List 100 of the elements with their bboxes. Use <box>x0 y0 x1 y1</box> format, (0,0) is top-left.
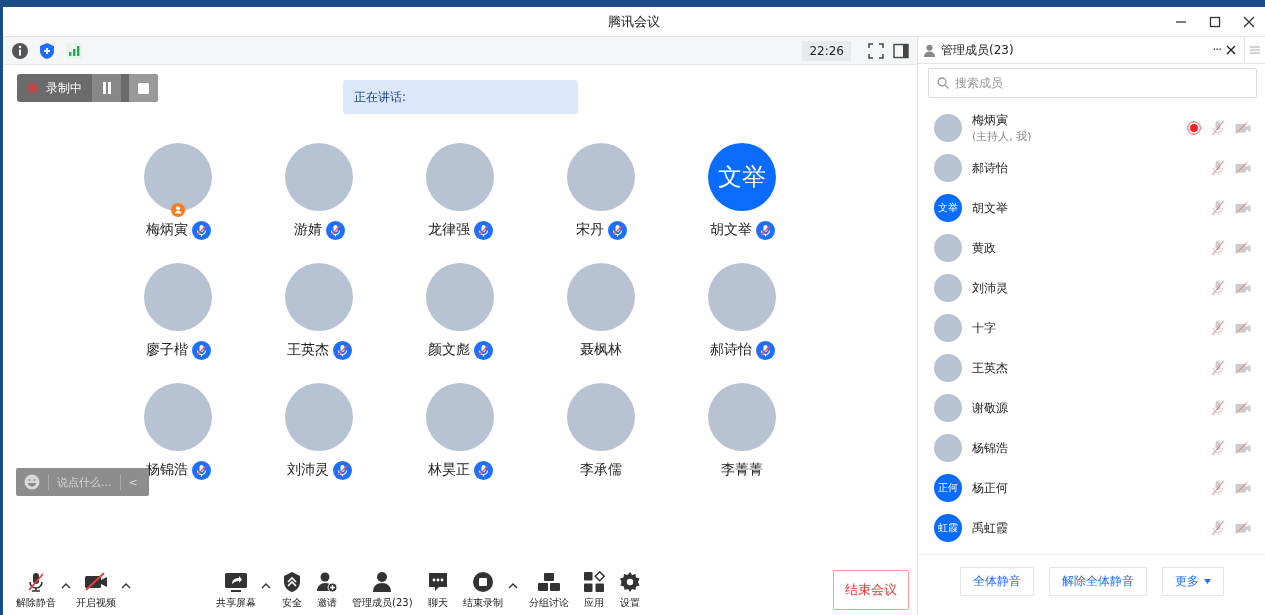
add-person-icon <box>316 570 338 593</box>
camera-off-icon[interactable] <box>1235 202 1251 214</box>
muted-mic-icon[interactable] <box>1211 320 1225 336</box>
muted-mic-icon[interactable] <box>1211 520 1225 536</box>
sidebar-toggle-icon[interactable] <box>893 42 909 59</box>
participant-name: 宋丹 <box>575 221 604 239</box>
camera-off-icon[interactable] <box>1235 442 1251 454</box>
member-name: 禹虹霞 <box>972 519 1008 537</box>
member-name: 王英杰 <box>972 359 1008 377</box>
member-row[interactable]: 王英杰 <box>918 348 1265 388</box>
member-row[interactable]: 郝诗怡 <box>918 148 1265 188</box>
muted-mic-icon[interactable] <box>1211 120 1225 136</box>
screen-share-icon <box>224 570 248 593</box>
stop-button[interactable] <box>129 74 158 102</box>
recording-dot-icon <box>26 82 38 94</box>
muted-mic-icon[interactable] <box>1211 480 1225 496</box>
muted-mic-icon[interactable] <box>1211 400 1225 416</box>
member-row[interactable]: 正何 杨正何 <box>918 468 1265 508</box>
caret-up-icon[interactable] <box>261 581 271 589</box>
muted-mic-icon[interactable] <box>1211 160 1225 176</box>
speaking-banner: 正在讲话: <box>343 80 578 114</box>
member-name: 杨正何 <box>972 479 1008 497</box>
avatar: 虹霞 <box>934 514 962 542</box>
camera-off-icon[interactable] <box>1235 522 1251 534</box>
camera-off-icon[interactable] <box>1235 282 1251 294</box>
person-icon <box>923 43 936 57</box>
member-name: 杨锦浩 <box>972 439 1008 457</box>
search-icon <box>937 77 949 89</box>
muted-mic-icon[interactable] <box>1211 240 1225 256</box>
maximize-icon[interactable] <box>1209 16 1221 28</box>
camera-off-icon[interactable] <box>1235 242 1251 254</box>
member-row[interactable]: 谢敬源 <box>918 388 1265 428</box>
member-name: 十字 <box>972 319 996 337</box>
caret-up-icon[interactable] <box>121 581 131 589</box>
person-icon <box>371 570 394 593</box>
caret-up-icon[interactable] <box>507 581 518 589</box>
pause-button[interactable] <box>92 74 121 102</box>
member-row[interactable]: 十字 <box>918 308 1265 348</box>
member-name: 黄政 <box>972 239 996 257</box>
info-icon[interactable] <box>11 41 29 60</box>
member-row[interactable]: 刘沛灵 <box>918 268 1265 308</box>
member-row[interactable]: 梅炳寅 (主持人, 我) <box>918 108 1265 148</box>
signal-icon[interactable] <box>65 41 83 60</box>
muted-mic-icon[interactable] <box>1211 200 1225 216</box>
menu-icon[interactable] <box>1250 45 1260 55</box>
member-role: (主持人, 我) <box>972 129 1032 144</box>
toolbar-button[interactable]: 共享屏幕 <box>213 570 259 610</box>
window-title: 腾讯会议 <box>608 12 660 31</box>
pause-icon <box>101 82 112 94</box>
participant-name: 王英杰 <box>286 341 329 359</box>
search-field[interactable]: 搜索成员 <box>928 68 1257 98</box>
toolbar-button[interactable]: 应用 <box>579 570 608 610</box>
muted-mic-icon[interactable] <box>1211 440 1225 456</box>
toolbar-button[interactable]: 分组讨论 <box>525 570 572 610</box>
camera-off-icon[interactable] <box>1235 402 1251 414</box>
close-icon[interactable] <box>1243 16 1255 28</box>
member-row[interactable]: 虹霞 禹虹霞 <box>918 508 1265 548</box>
member-name: 刘沛灵 <box>972 279 1008 297</box>
toolbar-button[interactable]: 聊天 <box>423 570 452 610</box>
camera-off-icon[interactable] <box>1235 322 1251 334</box>
shield-icon[interactable] <box>38 41 56 60</box>
avatar-photo-placeholder <box>934 274 962 302</box>
emoji-icon[interactable] <box>24 474 40 490</box>
avatar-photo-placeholder <box>934 434 962 462</box>
participant-name: 刘沛灵 <box>286 461 329 479</box>
participant-name: 龙律强 <box>427 221 470 239</box>
toolbar-button[interactable]: 安全 <box>279 570 305 610</box>
end-meeting-button[interactable]: 结束会议 <box>833 570 909 610</box>
member-row[interactable]: 文举 胡文举 <box>918 188 1265 228</box>
panel-button[interactable]: 更多 <box>1161 567 1224 596</box>
participant-name: 胡文举 <box>709 221 752 239</box>
toolbar-button[interactable]: 管理成员(23) <box>349 570 416 610</box>
muted-mic-icon[interactable] <box>1211 280 1225 296</box>
camera-off-icon[interactable] <box>1235 122 1251 134</box>
chat-bubble-icon <box>426 570 449 593</box>
muted-mic-icon[interactable] <box>1211 360 1225 376</box>
participant-name: 李菁菁 <box>721 461 763 479</box>
close-icon[interactable] <box>1226 45 1236 55</box>
camera-off-icon[interactable] <box>1235 362 1251 374</box>
fullscreen-icon[interactable] <box>868 42 884 59</box>
camera-off-icon[interactable] <box>1235 162 1251 174</box>
panel-button[interactable]: 解除全体静音 <box>1048 567 1147 596</box>
recording-label: 录制中 <box>46 79 82 97</box>
member-row[interactable]: 杨锦浩 <box>918 428 1265 468</box>
toolbar-button[interactable]: 开启视频 <box>73 570 119 610</box>
caret-up-icon[interactable] <box>61 581 71 589</box>
member-row[interactable]: 黄政 <box>918 228 1265 268</box>
member-name: 郝诗怡 <box>972 159 1008 177</box>
more-options-button[interactable]: ··· <box>1212 43 1221 57</box>
video-off-icon <box>84 570 108 593</box>
avatar-photo-placeholder <box>934 394 962 422</box>
toolbar-button[interactable]: 结束录制 <box>459 570 506 610</box>
toolbar-button[interactable]: 邀请 <box>313 570 341 610</box>
camera-off-icon[interactable] <box>1235 482 1251 494</box>
panel-button[interactable]: 全体静音 <box>959 567 1034 596</box>
chat-placeholder: 说点什么... <box>57 474 112 490</box>
toolbar-button[interactable]: 解除静音 <box>13 570 59 610</box>
participant-name: 梅炳寅 <box>145 221 188 239</box>
toolbar-button[interactable]: 设置 <box>615 570 644 610</box>
participant-name: 李承儒 <box>580 461 622 479</box>
